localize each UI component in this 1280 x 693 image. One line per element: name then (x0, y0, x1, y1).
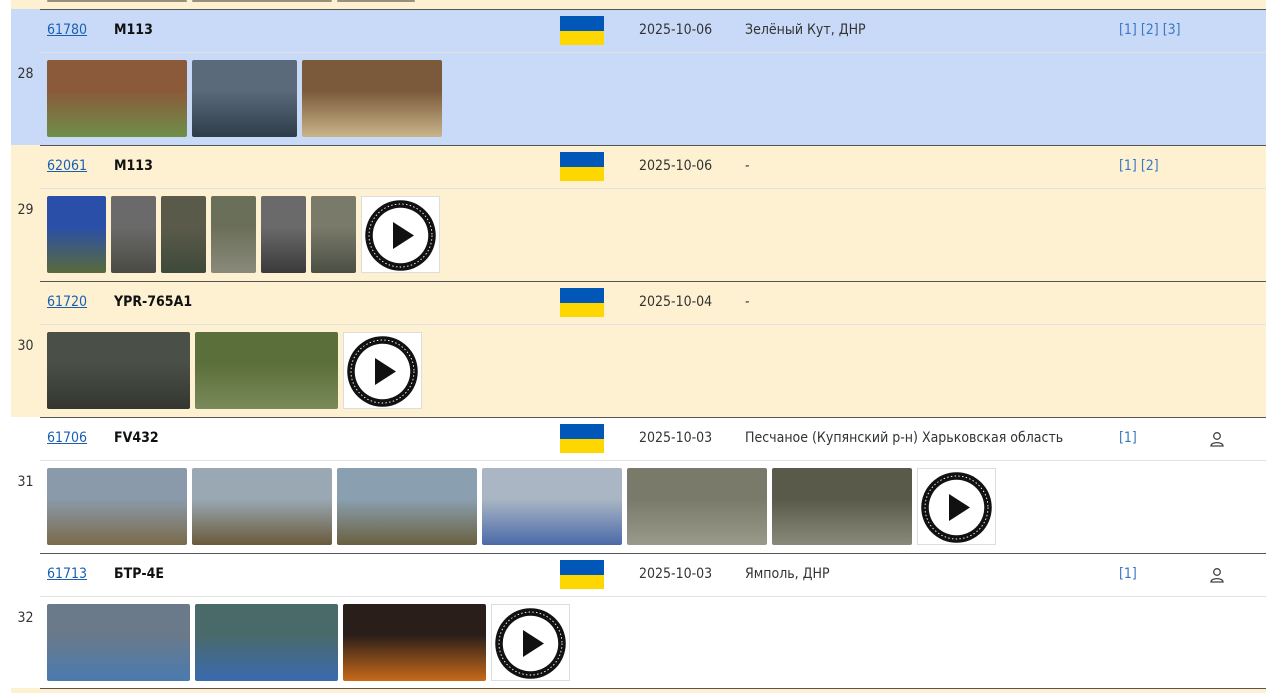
video-thumbnail[interactable] (917, 468, 996, 545)
loss-date: 2025-10-06 (639, 158, 713, 174)
table-row: 28 61780 M113 2025-10-06 Зелёный Кут, ДНР [1]… (11, 9, 1266, 145)
source-link[interactable]: [1] (1119, 430, 1137, 446)
source-link[interactable]: [3] (1163, 22, 1181, 38)
partial-previous-row (11, 0, 1266, 9)
crew-status (1209, 567, 1225, 583)
ukraine-flag-icon (560, 424, 604, 453)
row-number: 31 (17, 474, 34, 490)
source-link[interactable]: [2] (1141, 158, 1159, 174)
location: Зелёный Кут, ДНР (745, 22, 866, 38)
location: - (745, 294, 750, 310)
vehicle-model: M113 (114, 158, 153, 174)
photo-thumbnail[interactable] (47, 468, 187, 545)
source-link[interactable]: [1] (1119, 566, 1137, 582)
photo-thumbnail[interactable] (47, 604, 190, 681)
row-number: 32 (17, 610, 34, 626)
photo-thumbnail[interactable] (211, 196, 256, 273)
source-links: [1] [2] (1119, 145, 1163, 188)
source-links: [1] (1119, 553, 1141, 596)
photo-thumbnail[interactable] (343, 604, 486, 681)
partial-thumbnail (192, 0, 332, 2)
video-thumbnail[interactable] (343, 332, 422, 409)
table-row: 32 61713 БТР-4Е 2025-10-03 Ямполь, ДНР [1] (11, 553, 1266, 689)
person-icon (1210, 568, 1224, 583)
row-number: 30 (17, 338, 34, 354)
photo-thumbnail[interactable] (192, 468, 332, 545)
photo-thumbnail[interactable] (47, 196, 106, 273)
row-inner-divider (40, 324, 1266, 325)
row-inner-divider (40, 52, 1266, 53)
photo-thumbnail[interactable] (337, 468, 477, 545)
entry-id-link[interactable]: 61780 (47, 9, 87, 52)
entry-id-link[interactable]: 62061 (47, 145, 87, 188)
vehicle-model: БТР-4Е (114, 566, 165, 582)
photo-thumbnail[interactable] (195, 332, 338, 409)
photo-thumbnail[interactable] (261, 196, 306, 273)
play-video-icon (495, 608, 566, 679)
row-inner-divider (40, 188, 1266, 189)
table-row: 31 61706 FV432 2025-10-03 Песчаное (Купянски… (11, 417, 1266, 553)
loss-date: 2025-10-06 (639, 22, 713, 38)
row-separator (40, 688, 1266, 689)
photo-thumbnail[interactable] (772, 468, 912, 545)
entry-id-link[interactable]: 61713 (47, 553, 87, 596)
location: - (745, 158, 750, 174)
video-thumbnail[interactable] (361, 196, 440, 273)
row-number: 29 (17, 202, 34, 218)
photo-thumbnail[interactable] (161, 196, 206, 273)
source-link[interactable]: [1] (1119, 22, 1137, 38)
photo-thumbnail[interactable] (627, 468, 767, 545)
source-link[interactable]: [2] (1141, 22, 1159, 38)
source-links: [1] (1119, 417, 1141, 460)
crew-status (1209, 431, 1225, 447)
ukraine-flag-icon (560, 152, 604, 181)
video-thumbnail[interactable] (491, 604, 570, 681)
ukraine-flag-icon (560, 560, 604, 589)
loss-date: 2025-10-03 (639, 566, 713, 582)
entry-id-link[interactable]: 61706 (47, 417, 87, 460)
partial-thumbnail (47, 0, 187, 2)
play-video-icon (365, 200, 436, 271)
photo-thumbnail[interactable] (302, 60, 442, 137)
photo-thumbnail[interactable] (311, 196, 356, 273)
row-number: 28 (17, 66, 34, 82)
partial-thumbnail (337, 0, 415, 2)
table-row: 30 61720 YPR-765A1 2025-10-04 - (11, 281, 1266, 417)
photo-thumbnail[interactable] (111, 196, 156, 273)
photo-thumbnail[interactable] (195, 604, 338, 681)
entry-id-link[interactable]: 61720 (47, 281, 87, 324)
photo-thumbnail[interactable] (192, 60, 297, 137)
photo-thumbnail[interactable] (482, 468, 622, 545)
table-row: 29 62061 M113 2025-10-06 - [1] [2] (11, 145, 1266, 281)
play-video-icon (921, 472, 992, 543)
location: Ямполь, ДНР (745, 566, 830, 582)
location: Песчаное (Купянский р-н) Харьковская обл… (745, 430, 1064, 446)
partial-next-row (11, 688, 1266, 693)
row-inner-divider (40, 596, 1266, 597)
source-links: [1] [2] [3] (1119, 9, 1185, 52)
photo-thumbnail[interactable] (47, 60, 187, 137)
loss-date: 2025-10-04 (639, 294, 713, 310)
vehicle-model: YPR-765A1 (114, 294, 193, 310)
loss-date: 2025-10-03 (639, 430, 713, 446)
ukraine-flag-icon (560, 16, 604, 45)
vehicle-model: FV432 (114, 430, 159, 446)
ukraine-flag-icon (560, 288, 604, 317)
photo-thumbnail[interactable] (47, 332, 190, 409)
person-icon (1210, 432, 1224, 447)
play-video-icon (347, 336, 418, 407)
vehicle-model: M113 (114, 22, 153, 38)
row-inner-divider (40, 460, 1266, 461)
source-link[interactable]: [1] (1119, 158, 1137, 174)
